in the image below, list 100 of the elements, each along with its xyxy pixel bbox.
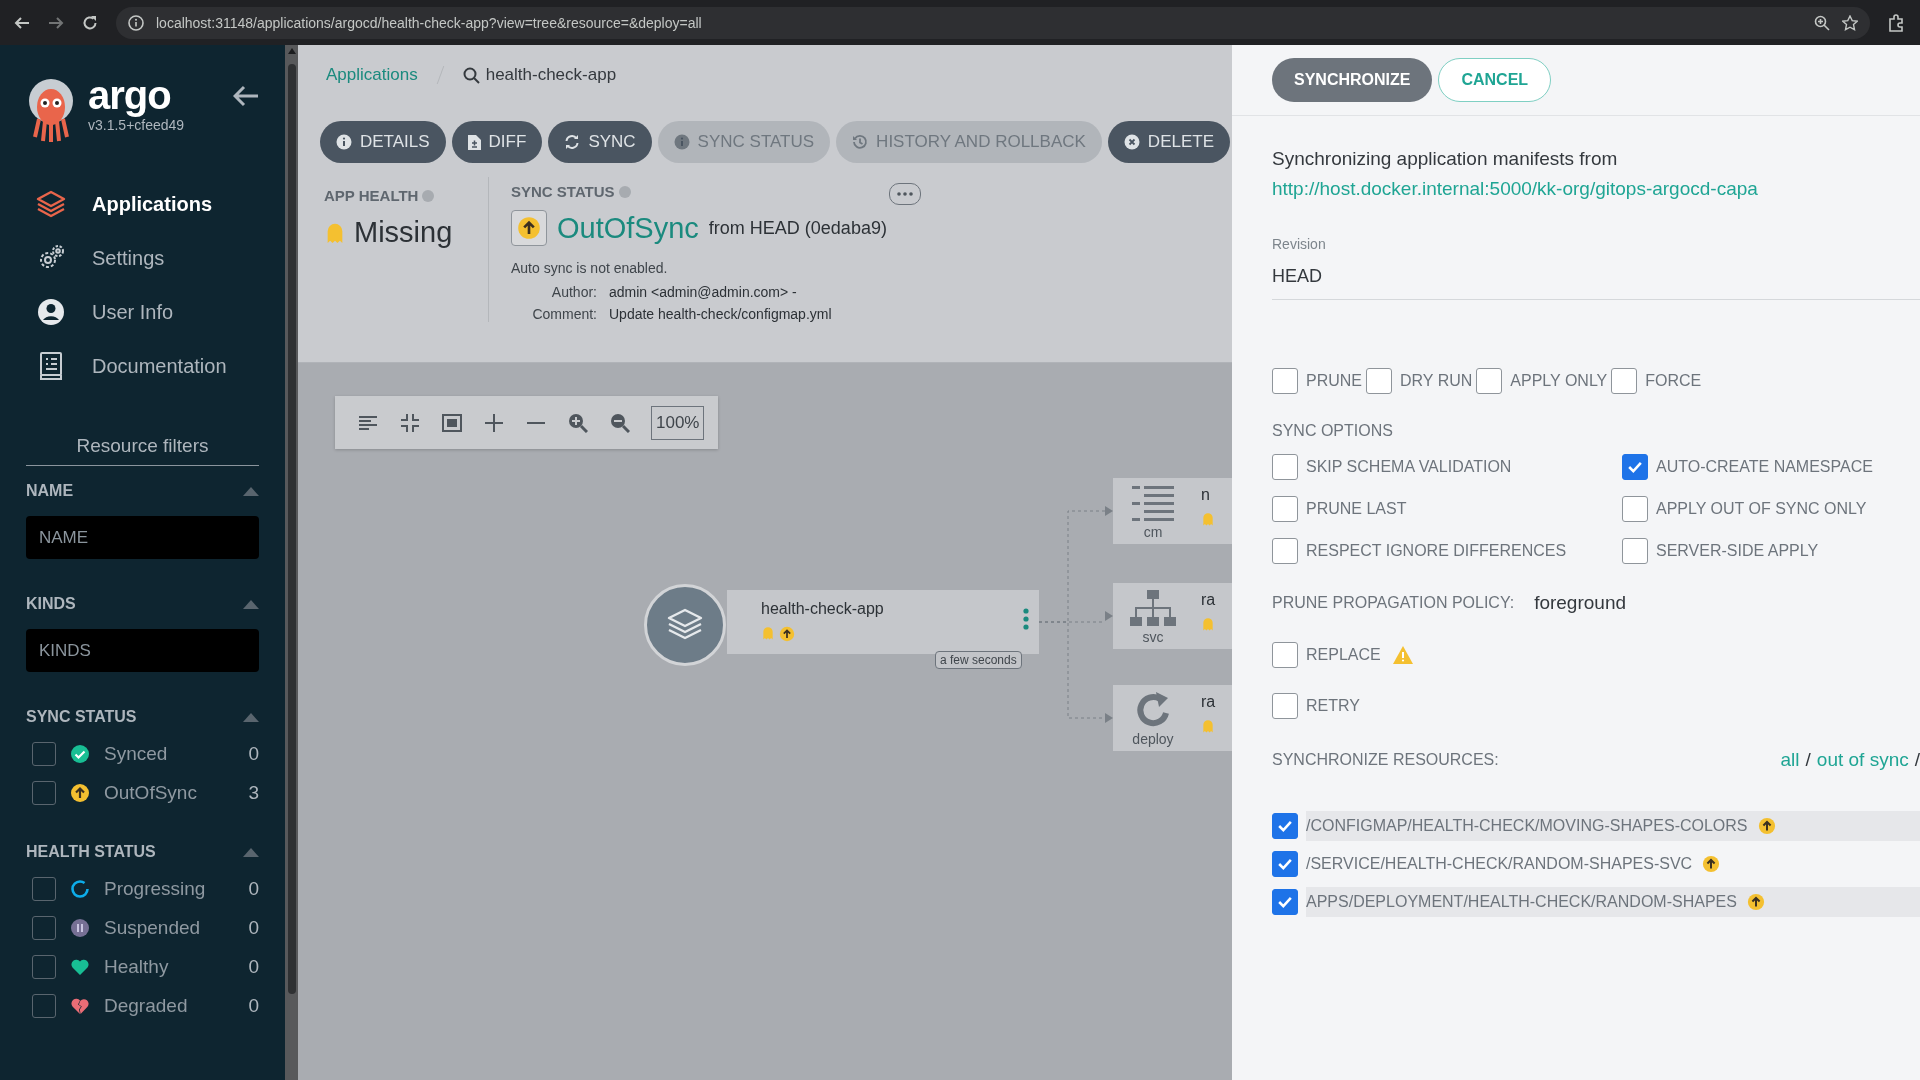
checkbox[interactable] bbox=[32, 781, 56, 805]
out-of-sync-icon bbox=[70, 783, 90, 803]
filter-label: Healthy bbox=[104, 956, 170, 978]
heart-icon bbox=[70, 957, 90, 977]
resource-label: APPS/DEPLOYMENT/HEALTH-CHECK/RANDOM-SHAPES bbox=[1306, 893, 1737, 911]
resource-node[interactable]: deploy ra bbox=[1113, 685, 1232, 751]
zoom-icon[interactable] bbox=[1814, 14, 1830, 31]
nav-item[interactable]: Applications bbox=[26, 181, 259, 227]
extensions-icon[interactable] bbox=[1888, 13, 1906, 32]
zoom-level[interactable]: 100% bbox=[651, 405, 705, 440]
checkbox[interactable] bbox=[32, 955, 56, 979]
checkbox[interactable] bbox=[1272, 538, 1298, 564]
out-of-sync-icon bbox=[779, 626, 795, 642]
checkbox[interactable] bbox=[1272, 851, 1298, 877]
filter-count: 0 bbox=[248, 956, 259, 978]
minus-icon[interactable] bbox=[527, 421, 545, 424]
zoom-in-icon[interactable] bbox=[568, 412, 588, 433]
filter-label: OutOfSync bbox=[104, 782, 198, 804]
action-button[interactable]: DELETE bbox=[1107, 121, 1230, 163]
filter-section-title: NAME bbox=[26, 482, 74, 500]
checkbox[interactable] bbox=[1622, 496, 1648, 522]
synced-icon bbox=[70, 744, 90, 764]
synchronize-button[interactable]: SYNCHRONIZE bbox=[1272, 58, 1433, 102]
collapse-arrow-icon[interactable] bbox=[233, 85, 259, 107]
resources-title: SYNCHRONIZE RESOURCES: bbox=[1272, 751, 1500, 769]
option-label: RETRY bbox=[1306, 697, 1360, 715]
node-name: ra bbox=[1201, 591, 1216, 609]
checkbox[interactable] bbox=[1611, 368, 1638, 394]
collapse-caret-icon[interactable] bbox=[243, 847, 259, 857]
plus-icon[interactable] bbox=[485, 413, 503, 432]
checkbox[interactable] bbox=[1622, 454, 1648, 480]
sync-icon bbox=[564, 134, 581, 150]
scrollbar-thumb[interactable] bbox=[287, 64, 296, 994]
out-of-sync-icon bbox=[1757, 817, 1776, 835]
app-node[interactable]: health-check-app bbox=[727, 590, 1039, 654]
filter-count: 0 bbox=[248, 878, 259, 900]
ghost-icon bbox=[1201, 512, 1215, 526]
user-icon bbox=[36, 297, 66, 327]
checkbox[interactable] bbox=[32, 994, 56, 1018]
nav-item[interactable]: Documentation bbox=[26, 343, 259, 389]
bookmark-star-icon[interactable] bbox=[1842, 14, 1858, 31]
checkbox[interactable] bbox=[1622, 538, 1648, 564]
checkbox[interactable] bbox=[1476, 368, 1503, 394]
checkbox[interactable] bbox=[1272, 813, 1298, 839]
checkbox[interactable] bbox=[1272, 496, 1298, 522]
revision-field[interactable]: HEAD bbox=[1272, 262, 1920, 300]
more-button[interactable] bbox=[889, 183, 921, 205]
align-left-icon[interactable] bbox=[359, 414, 377, 431]
info-icon bbox=[673, 134, 690, 150]
checkbox[interactable] bbox=[1366, 368, 1392, 394]
app-health-label: APP HEALTH bbox=[324, 187, 419, 204]
nav-item[interactable]: Settings bbox=[26, 235, 259, 281]
checkbox[interactable] bbox=[32, 877, 56, 901]
collapse-caret-icon[interactable] bbox=[243, 712, 259, 722]
back-icon[interactable] bbox=[14, 14, 30, 31]
forward-icon[interactable] bbox=[48, 14, 64, 31]
nav-item[interactable]: User Info bbox=[26, 289, 259, 335]
filter-input[interactable]: KINDS bbox=[26, 629, 259, 672]
sync-status-value: OutOfSync bbox=[557, 211, 699, 245]
scroll-up-icon[interactable] bbox=[287, 48, 296, 54]
compress-icon[interactable] bbox=[401, 413, 419, 432]
out-of-sync-icon bbox=[1702, 855, 1721, 873]
filter-count: 0 bbox=[248, 995, 259, 1017]
reload-icon[interactable] bbox=[82, 14, 98, 31]
collapse-caret-icon[interactable] bbox=[243, 486, 259, 496]
checkbox[interactable] bbox=[32, 742, 56, 766]
fit-screen-icon[interactable] bbox=[442, 413, 462, 432]
checkbox[interactable] bbox=[1272, 368, 1298, 394]
detail-label: Author: bbox=[550, 284, 597, 300]
kebab-menu-icon[interactable] bbox=[1023, 608, 1029, 630]
file-icon bbox=[467, 134, 481, 150]
checkbox[interactable] bbox=[1272, 642, 1298, 668]
list-icon bbox=[1130, 484, 1176, 524]
node-kind: svc bbox=[1141, 629, 1165, 645]
collapse-caret-icon[interactable] bbox=[243, 599, 259, 609]
option-label: APPLY ONLY bbox=[1510, 372, 1608, 390]
sync-options-title: SYNC OPTIONS bbox=[1272, 422, 1394, 440]
action-button[interactable]: DETAILS bbox=[320, 121, 446, 163]
filter-input[interactable]: NAME bbox=[26, 516, 259, 559]
resource-node[interactable]: svc ra bbox=[1113, 583, 1232, 649]
pause-icon bbox=[70, 918, 90, 938]
node-kind: deploy bbox=[1131, 731, 1175, 747]
policy-value[interactable]: foreground bbox=[1534, 592, 1627, 614]
filter-label: Suspended bbox=[104, 917, 202, 939]
ghost-icon bbox=[1201, 617, 1215, 631]
checkbox[interactable] bbox=[1272, 889, 1298, 915]
checkbox[interactable] bbox=[32, 916, 56, 940]
filter-section-title: SYNC STATUS bbox=[26, 708, 137, 726]
address-bar-url[interactable]: localhost:31148/applications/argocd/health-check-app?view=tree&resource=&deploy=all bbox=[156, 14, 702, 31]
action-button[interactable]: SYNC bbox=[548, 121, 652, 163]
search-icon bbox=[462, 66, 480, 84]
more-icon bbox=[897, 192, 913, 196]
checkbox[interactable] bbox=[1272, 693, 1298, 719]
checkbox[interactable] bbox=[1272, 454, 1298, 480]
filter-label: Synced bbox=[104, 743, 169, 765]
action-button[interactable]: DIFF bbox=[451, 121, 543, 163]
site-info-icon[interactable] bbox=[128, 14, 144, 31]
resource-node[interactable]: cm n bbox=[1113, 478, 1232, 544]
health-status: Missing bbox=[354, 216, 453, 249]
zoom-out-icon[interactable] bbox=[610, 412, 630, 433]
